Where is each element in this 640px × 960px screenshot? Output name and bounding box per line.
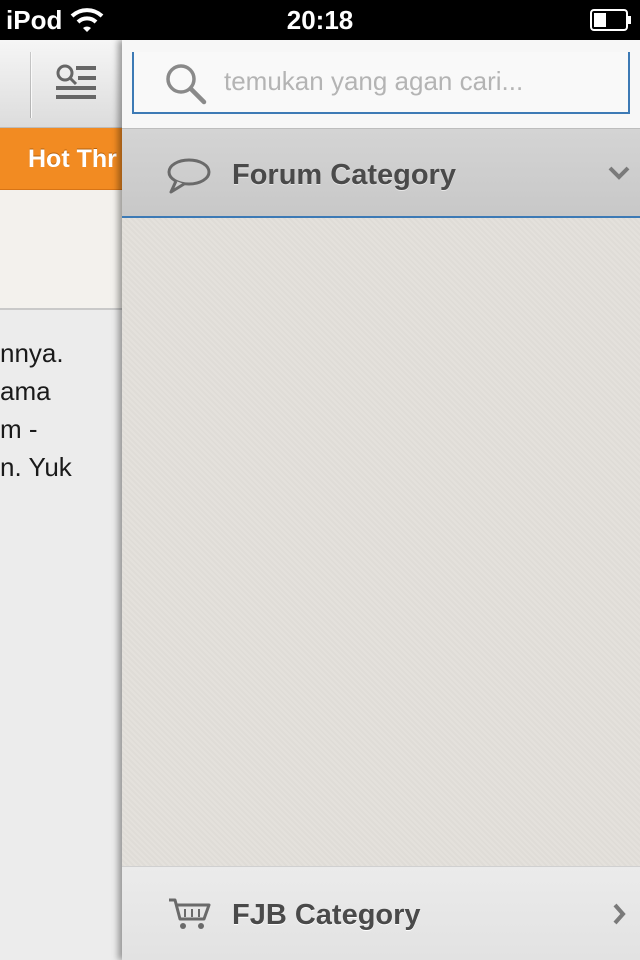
search-input[interactable]: temukan yang agan cari... [132,52,630,114]
search-placeholder: temukan yang agan cari... [224,66,524,96]
side-panel: temukan yang agan cari... Forum Category… [122,40,640,960]
paragraph-line: ama [0,376,51,406]
chevron-right-icon [613,903,626,925]
filter-menu-icon[interactable] [54,62,98,102]
status-time: 20:18 [286,5,354,35]
cart-icon [169,898,211,929]
main-header [0,40,124,128]
fjb-category-label: FJB Category [232,899,421,931]
status-bar: iPod 20:18 [0,0,640,40]
speech-bubble-icon [167,158,211,194]
paragraph-line: nnya. [0,338,64,368]
forum-category-header[interactable]: Forum Category [122,128,640,218]
forum-category-label: Forum Category [232,159,456,191]
paragraph-line: n. Yuk [0,452,72,482]
main-view: Hot Thr nnya. ama m - n. Yuk [0,40,124,960]
chevron-down-icon [608,166,630,180]
fjb-category-header[interactable]: FJB Category [122,866,640,960]
tab-hot-threads[interactable]: Hot Thr [0,128,124,190]
search-icon [166,64,207,105]
paragraph-line: m - [0,414,38,444]
battery-icon [590,9,631,31]
header-divider [30,52,32,118]
main-paragraph: nnya. ama m - n. Yuk [0,334,124,486]
search-bar: temukan yang agan cari... [122,40,640,128]
category-list-area [122,220,640,866]
main-banner [0,190,124,310]
